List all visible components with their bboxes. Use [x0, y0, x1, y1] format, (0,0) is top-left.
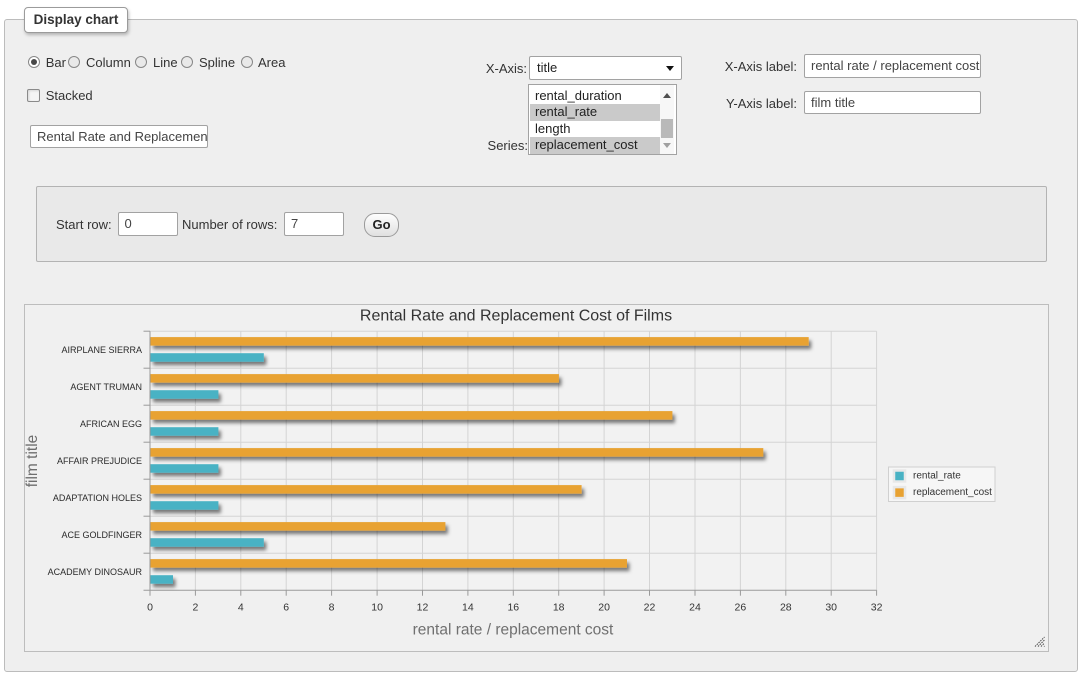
svg-text:AFFAIR PREJUDICE: AFFAIR PREJUDICE: [57, 456, 142, 466]
svg-text:22: 22: [644, 602, 656, 614]
svg-text:0: 0: [147, 602, 153, 614]
svg-text:16: 16: [507, 602, 519, 614]
svg-text:film title: film title: [25, 435, 41, 488]
svg-text:rental rate / replacement cos: rental rate / replacement cost: [413, 622, 614, 639]
svg-text:30: 30: [825, 602, 837, 614]
svg-text:8: 8: [329, 602, 335, 614]
svg-text:AFRICAN EGG: AFRICAN EGG: [80, 419, 142, 429]
svg-text:18: 18: [553, 602, 565, 614]
svg-text:14: 14: [462, 602, 474, 614]
svg-text:AGENT TRUMAN: AGENT TRUMAN: [70, 382, 142, 392]
svg-text:ACADEMY DINOSAUR: ACADEMY DINOSAUR: [48, 567, 143, 577]
svg-text:26: 26: [735, 602, 747, 614]
svg-text:6: 6: [283, 602, 289, 614]
svg-text:2: 2: [192, 602, 198, 614]
svg-text:Rental Rate and Replacement Co: Rental Rate and Replacement Cost of Film…: [360, 308, 672, 325]
svg-text:20: 20: [598, 602, 610, 614]
svg-text:10: 10: [371, 602, 383, 614]
svg-text:28: 28: [780, 602, 792, 614]
svg-text:24: 24: [689, 602, 701, 614]
svg-text:AIRPLANE SIERRA: AIRPLANE SIERRA: [61, 345, 142, 355]
svg-text:12: 12: [417, 602, 429, 614]
svg-text:32: 32: [871, 602, 883, 614]
svg-text:ACE GOLDFINGER: ACE GOLDFINGER: [61, 530, 142, 540]
svg-text:4: 4: [238, 602, 244, 614]
svg-text:replacement_cost: replacement_cost: [913, 487, 992, 498]
svg-text:rental_rate: rental_rate: [913, 471, 961, 482]
svg-text:ADAPTATION HOLES: ADAPTATION HOLES: [53, 493, 142, 503]
